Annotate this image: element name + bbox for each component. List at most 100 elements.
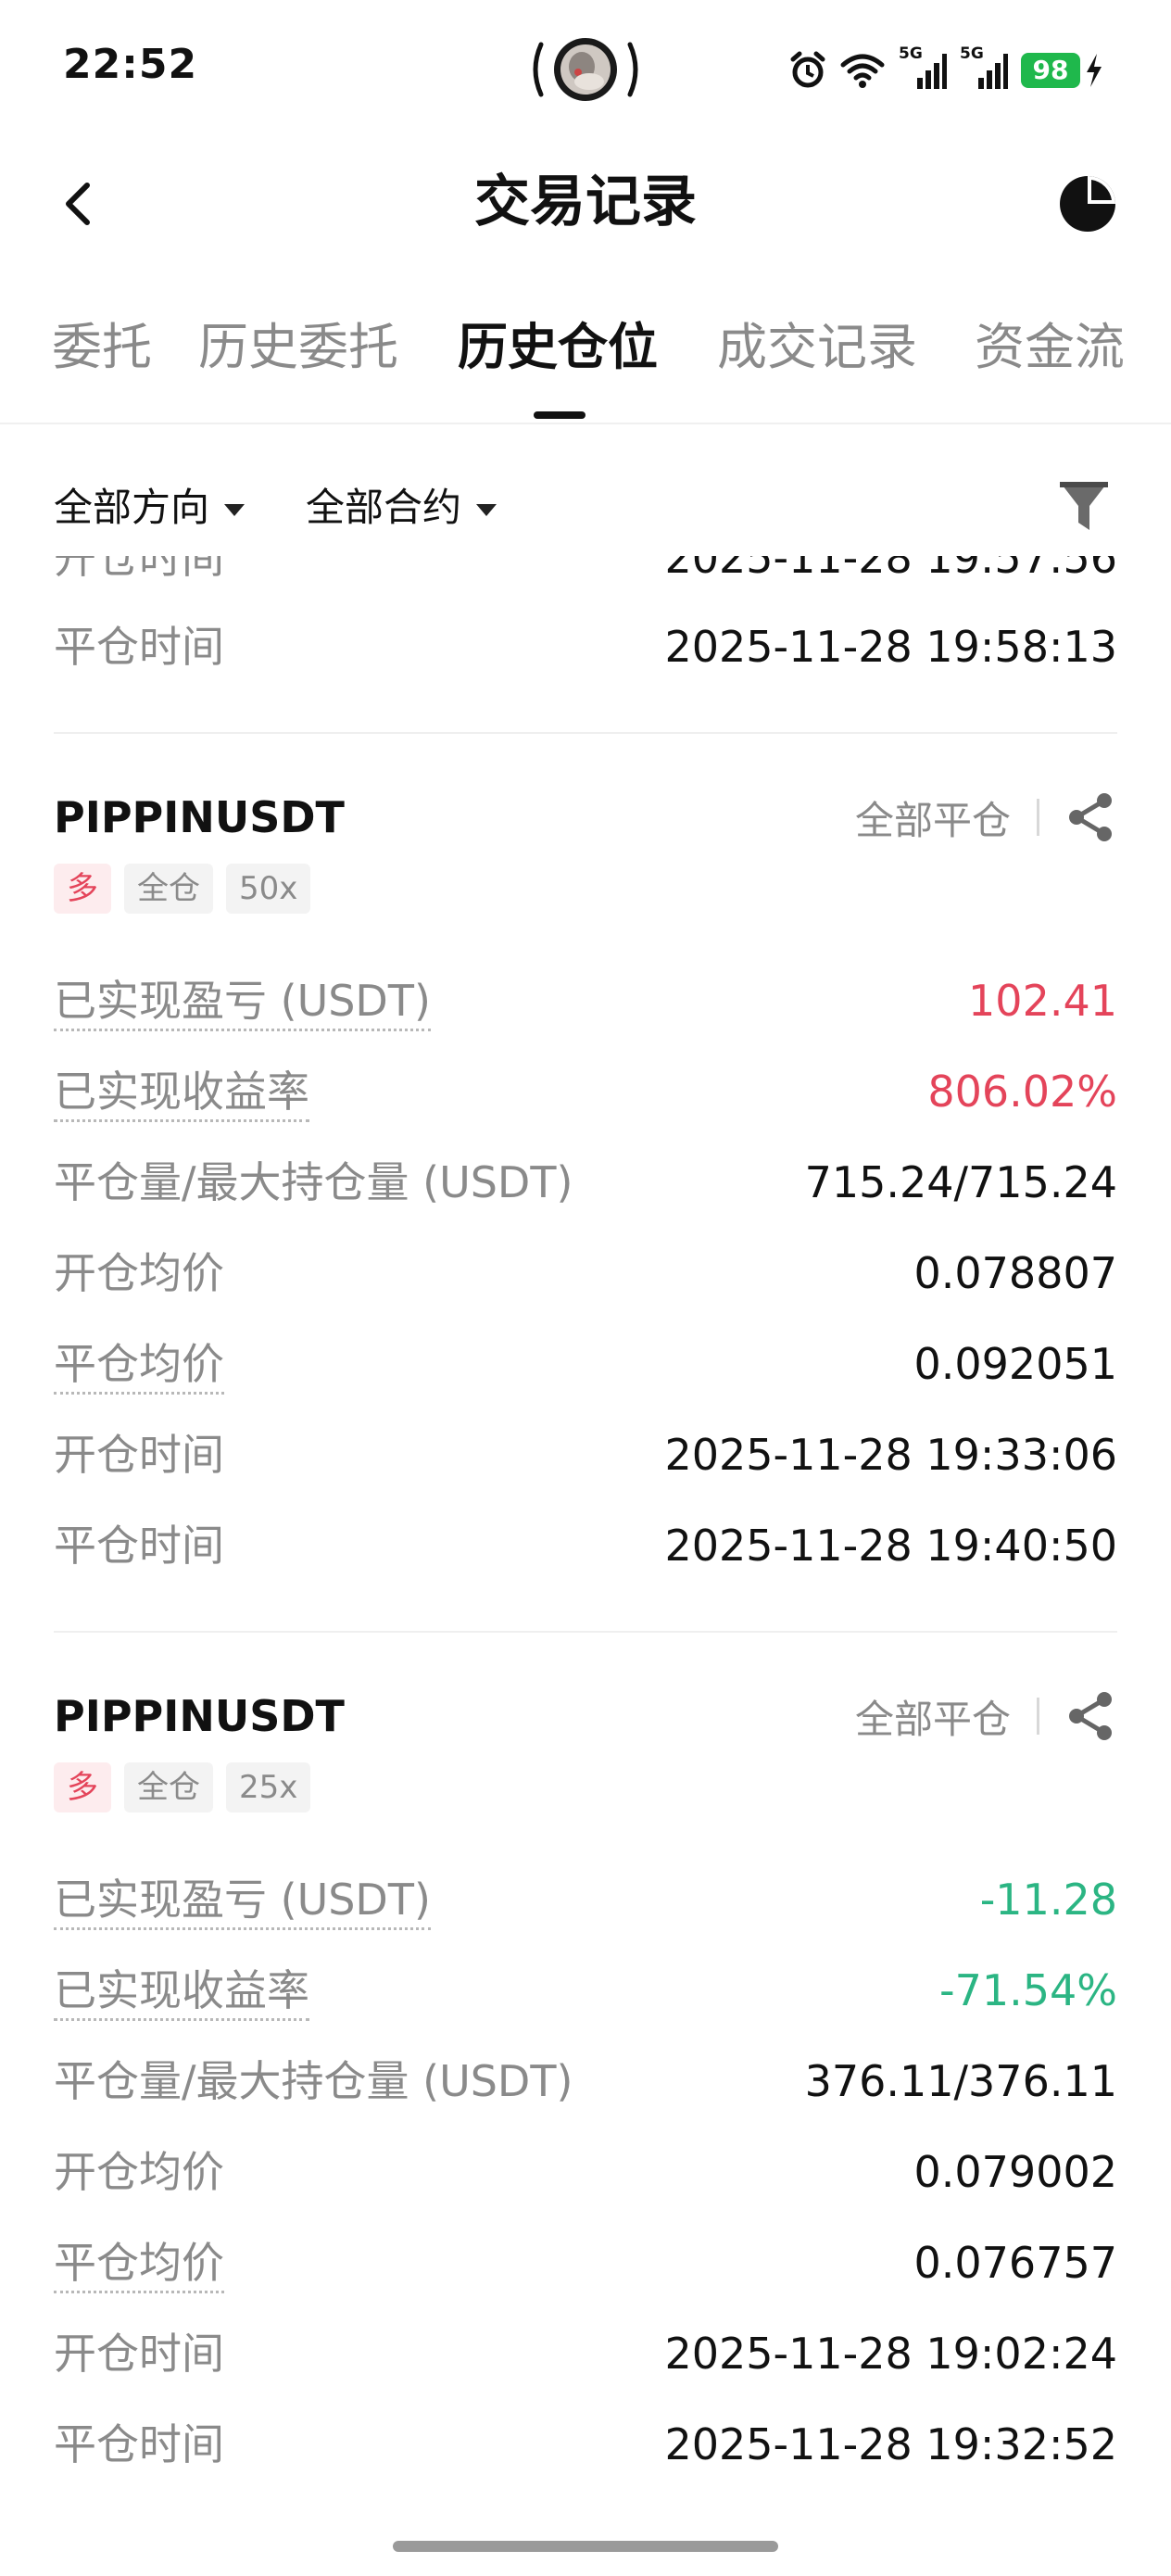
close-time-label: 平仓时间 — [54, 1521, 224, 1571]
open-time-value: 2025-11-28 19:33:06 — [664, 1430, 1117, 1480]
tab-order-history[interactable]: 历史委托 — [198, 315, 398, 380]
close-volume-value: 715.24/715.24 — [804, 1157, 1117, 1207]
card-divider — [54, 732, 1117, 734]
close-time-label: 平仓时间 — [54, 2419, 224, 2469]
previous-open-time-row: 开仓时间 2025-11-28 19:57:56 — [54, 556, 1117, 586]
caret-down-icon — [224, 503, 246, 516]
alarm-icon — [790, 51, 825, 88]
contract-filter-label: 全部合约 — [306, 485, 462, 530]
side-tag: 多 — [54, 1762, 111, 1812]
filter-button[interactable] — [1056, 476, 1112, 536]
close-time-value: 2025-11-28 19:40:50 — [664, 1521, 1117, 1571]
card-divider — [54, 1631, 1117, 1633]
close-avg-price-label[interactable]: 平仓均价 — [54, 1336, 224, 1395]
close-avg-price-row: 平仓均价 0.076757 — [54, 2231, 1117, 2298]
action-separator — [1037, 1698, 1039, 1735]
pie-chart-icon — [1060, 176, 1115, 232]
side-tag: 多 — [54, 864, 111, 914]
close-volume-label: 平仓量/最大持仓量 (USDT) — [54, 2056, 573, 2106]
open-time-row: 开仓时间 2025-11-28 19:33:06 — [54, 1423, 1117, 1490]
open-avg-price-label: 开仓均价 — [54, 1248, 224, 1298]
card-actions: 全部平仓 — [855, 1686, 1117, 1746]
open-time-label: 开仓时间 — [54, 2329, 224, 2379]
action-separator — [1037, 799, 1039, 836]
realized-pnl-value: -11.28 — [979, 1875, 1117, 1925]
leverage-tag: 50x — [226, 864, 311, 914]
close-volume-row: 平仓量/最大持仓量 (USDT) 376.11/376.11 — [54, 2050, 1117, 2116]
caret-down-icon — [476, 503, 497, 516]
record-tabs: 委托 历史委托 历史仓位 成交记录 资金流 — [0, 306, 1171, 424]
position-symbol: PIPPINUSDT — [54, 1691, 345, 1741]
filter-icon — [1060, 482, 1108, 530]
position-tags: 多 全仓 50x — [54, 864, 311, 914]
battery-level: 98 — [1021, 53, 1080, 88]
home-indicator[interactable] — [393, 2541, 778, 2552]
row-value: 2025-11-28 19:57:56 — [664, 556, 1117, 583]
cellular-signal-1-icon: 5G — [899, 44, 947, 91]
tab-position-history[interactable]: 历史仓位 — [458, 315, 658, 380]
filter-bar: 全部方向 全部合约 — [0, 463, 1171, 556]
realized-roi-value: -71.54% — [939, 1965, 1117, 2015]
realized-roi-row: 已实现收益率 806.02% — [54, 1060, 1117, 1127]
close-volume-label: 平仓量/最大持仓量 (USDT) — [54, 1157, 573, 1207]
row-label: 开仓时间 — [54, 556, 224, 583]
close-type-label: 全部平仓 — [854, 1696, 1011, 1742]
cellular-signal-2-icon: 5G — [960, 44, 1008, 91]
row-label: 平仓时间 — [54, 622, 224, 672]
position-tags: 多 全仓 25x — [54, 1762, 311, 1812]
tab-orders[interactable]: 委托 — [52, 315, 152, 380]
close-volume-value: 376.11/376.11 — [804, 2056, 1117, 2106]
close-time-row: 平仓时间 2025-11-28 19:32:52 — [54, 2413, 1117, 2480]
close-type-label: 全部平仓 — [854, 797, 1011, 843]
tabs-fade-right — [1115, 306, 1171, 423]
open-avg-price-row: 开仓均价 0.079002 — [54, 2140, 1117, 2207]
realized-pnl-row: 已实现盈亏 (USDT) -11.28 — [54, 1868, 1117, 1935]
close-avg-price-value: 0.076757 — [913, 2238, 1118, 2288]
app-header: 交易记录 — [0, 139, 1171, 269]
close-time-value: 2025-11-28 19:32:52 — [664, 2419, 1117, 2469]
close-volume-row: 平仓量/最大持仓量 (USDT) 715.24/715.24 — [54, 1151, 1117, 1218]
realized-roi-label[interactable]: 已实现收益率 — [54, 1963, 309, 2021]
open-time-row: 开仓时间 2025-11-28 19:02:24 — [54, 2322, 1117, 2389]
dynamic-island — [528, 28, 643, 111]
realized-pnl-row: 已实现盈亏 (USDT) 102.41 — [54, 969, 1117, 1036]
open-time-value: 2025-11-28 19:02:24 — [664, 2329, 1117, 2379]
realized-roi-label[interactable]: 已实现收益率 — [54, 1064, 309, 1122]
realized-roi-value: 806.02% — [927, 1067, 1117, 1117]
status-icons: 5G 5G 98 — [789, 43, 1104, 98]
realized-pnl-label[interactable]: 已实现盈亏 (USDT) — [54, 1872, 431, 1930]
tabs-fade-left — [0, 306, 37, 423]
charging-bolt-icon — [1087, 54, 1102, 87]
previous-close-time-row: 平仓时间 2025-11-28 19:58:13 — [54, 615, 1117, 682]
close-avg-price-row: 平仓均价 0.092051 — [54, 1332, 1117, 1399]
contract-filter-dropdown[interactable]: 全部合约 — [306, 480, 497, 536]
open-avg-price-value: 0.078807 — [913, 1248, 1118, 1298]
statistics-button[interactable] — [1056, 172, 1119, 235]
leverage-tag: 25x — [226, 1762, 311, 1812]
close-avg-price-value: 0.092051 — [913, 1339, 1118, 1389]
position-history-list[interactable]: 开仓时间 2025-11-28 19:57:56 平仓时间 2025-11-28… — [0, 556, 1171, 2520]
tab-fund-flow[interactable]: 资金流 — [975, 315, 1125, 380]
row-value: 2025-11-28 19:58:13 — [664, 622, 1117, 672]
profile-avatar-icon — [533, 38, 638, 101]
battery-indicator: 98 — [1021, 52, 1104, 89]
open-avg-price-value: 0.079002 — [913, 2147, 1118, 2197]
realized-pnl-label[interactable]: 已实现盈亏 (USDT) — [54, 973, 431, 1031]
realized-roi-row: 已实现收益率 -71.54% — [54, 1959, 1117, 2026]
status-time: 22:52 — [63, 41, 198, 88]
share-icon[interactable] — [1065, 1690, 1117, 1742]
tab-trade-history[interactable]: 成交记录 — [717, 315, 917, 380]
status-bar: 22:52 5G 5G 98 — [0, 0, 1171, 139]
active-tab-indicator — [534, 411, 586, 419]
close-time-row: 平仓时间 2025-11-28 19:40:50 — [54, 1514, 1117, 1581]
wifi-icon — [840, 54, 885, 88]
realized-pnl-value: 102.41 — [968, 976, 1117, 1026]
margin-mode-tag: 全仓 — [124, 1762, 213, 1812]
direction-filter-dropdown[interactable]: 全部方向 — [54, 480, 246, 536]
position-symbol: PIPPINUSDT — [54, 792, 345, 842]
open-avg-price-row: 开仓均价 0.078807 — [54, 1242, 1117, 1308]
share-icon[interactable] — [1065, 791, 1117, 843]
margin-mode-tag: 全仓 — [124, 864, 213, 914]
open-avg-price-label: 开仓均价 — [54, 2147, 224, 2197]
close-avg-price-label[interactable]: 平仓均价 — [54, 2235, 224, 2293]
